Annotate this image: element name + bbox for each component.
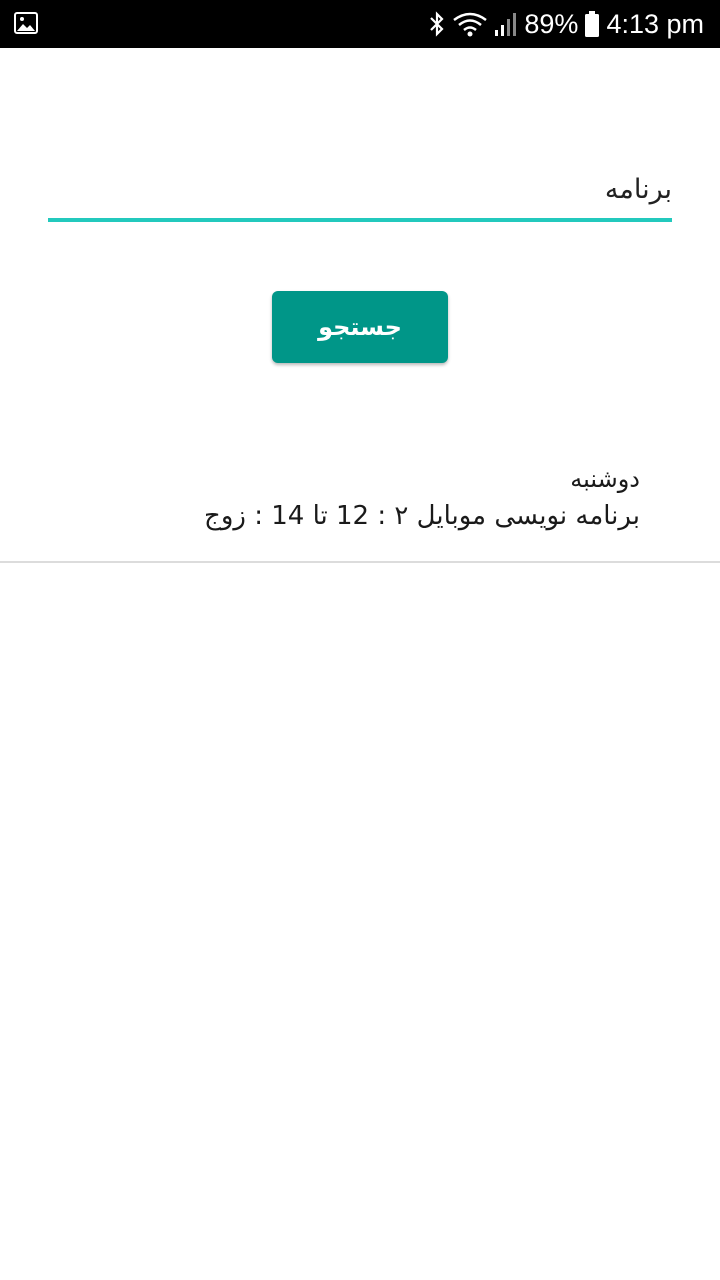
wifi-icon xyxy=(453,12,488,37)
result-day: دوشنبه xyxy=(570,465,640,493)
search-button[interactable]: جستجو xyxy=(272,291,448,363)
signal-icon xyxy=(495,13,517,36)
status-bar: 89% 4:13 pm xyxy=(0,0,720,48)
battery-percent: 89% xyxy=(524,9,579,39)
status-indicators: 89% 4:13 pm xyxy=(428,0,704,48)
clock: 4:13 pm xyxy=(606,9,704,39)
list-item[interactable]: دوشنبه برنامه نویسی موبایل ۲ : 12 تا 14 … xyxy=(0,455,720,563)
battery-icon xyxy=(585,11,600,37)
bluetooth-icon xyxy=(430,11,444,37)
gallery-icon xyxy=(14,12,38,34)
search-input[interactable] xyxy=(48,160,672,222)
result-course: برنامه نویسی موبایل ۲ : 12 تا 14 : زوج xyxy=(204,501,640,531)
